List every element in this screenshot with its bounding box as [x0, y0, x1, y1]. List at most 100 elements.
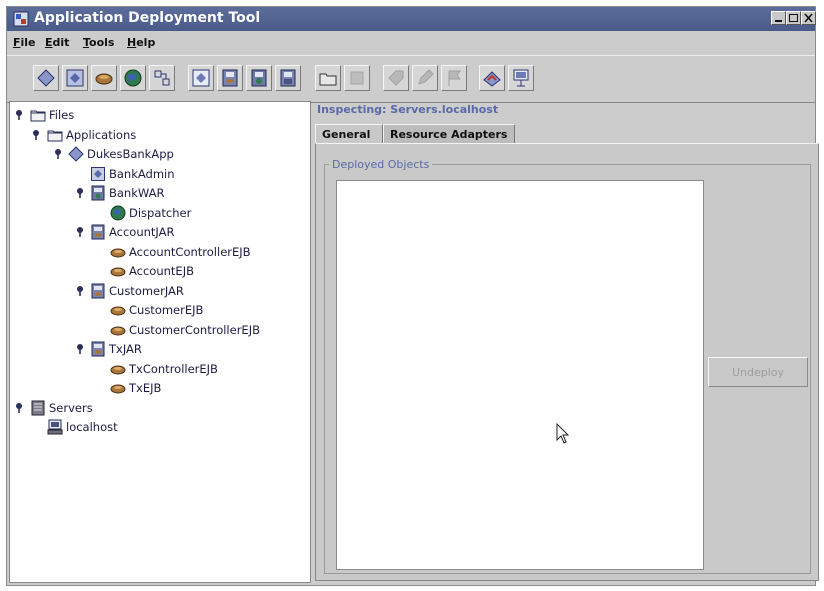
save-icon	[222, 69, 238, 87]
tree-node-servers[interactable]: Servers	[10, 399, 306, 417]
tree-node-label: BankWAR	[109, 186, 165, 200]
open-button[interactable]	[188, 65, 214, 91]
deploy-icon	[483, 71, 501, 87]
jar-icon	[90, 224, 106, 240]
mouse-cursor-icon	[556, 423, 570, 444]
tree-expand-handle-icon[interactable]	[75, 285, 85, 297]
deploy-button[interactable]	[479, 65, 505, 91]
tree-node-bankadmin[interactable]: BankAdmin	[10, 165, 306, 183]
tree-node-accountejb[interactable]: AccountEJB	[10, 262, 306, 280]
tree-node-label: Servers	[49, 400, 93, 415]
tree-expand-handle-icon[interactable]	[14, 402, 24, 414]
tree-node-label: Files	[49, 108, 75, 122]
tree-expand-handle-icon[interactable]	[53, 148, 63, 160]
tree-node-files[interactable]: Files	[10, 106, 306, 124]
menu-bar: File Edit Tools Help	[7, 33, 815, 55]
ejb-bean-icon	[110, 302, 126, 318]
new-connector-button[interactable]	[149, 65, 175, 91]
client-icon	[90, 166, 106, 182]
tree-node-label: AccountEJB	[129, 264, 194, 278]
disabled-edit-icon	[418, 69, 434, 85]
save-as-icon	[251, 69, 267, 87]
disabled-blank-button[interactable]	[344, 65, 370, 91]
applications-folder-icon	[47, 127, 63, 143]
tree-expand-handle-icon[interactable]	[31, 129, 41, 141]
new-web-component-button[interactable]	[120, 65, 146, 91]
deployed-objects-list[interactable]	[336, 180, 704, 570]
tree-node-dispatcher[interactable]: Dispatcher	[10, 204, 306, 222]
new-application-icon	[37, 69, 55, 87]
tree-node-bankwar[interactable]: BankWAR	[10, 184, 306, 202]
tree-node-dukesbankapp[interactable]: DukesBankApp	[10, 145, 306, 163]
ejb-bean-icon	[110, 361, 126, 377]
new-web-component-icon	[124, 69, 142, 87]
tree-node-txjar[interactable]: TxJAR	[10, 340, 306, 358]
tree-node-applications[interactable]: Applications	[10, 126, 306, 144]
disabled-flag-button[interactable]	[441, 65, 467, 91]
folder-button[interactable]	[315, 65, 341, 91]
ejb-bean-icon	[110, 244, 126, 260]
tree-node-customerjar[interactable]: CustomerJAR	[10, 282, 306, 300]
app-icon	[13, 11, 29, 27]
ejb-bean-icon	[110, 380, 126, 396]
menu-file-mnemonic: F	[13, 36, 21, 49]
menu-edit-label: dit	[52, 36, 70, 49]
maximize-button[interactable]	[786, 11, 801, 25]
open-icon	[192, 69, 210, 87]
undeploy-button[interactable]: Undeploy	[708, 357, 808, 387]
deployed-objects-label: Deployed Objects	[329, 158, 433, 171]
tree-node-txejb[interactable]: TxEJB	[10, 379, 306, 397]
tree-expand-handle-icon[interactable]	[75, 226, 85, 238]
tree-node-customercontrollerejb[interactable]: CustomerControllerEJB	[10, 321, 306, 339]
menu-file-label: ile	[20, 36, 36, 49]
server-config-button[interactable]	[508, 65, 534, 91]
new-app-client-button[interactable]	[62, 65, 88, 91]
new-ejb-icon	[95, 73, 113, 85]
tree-node-label: AccountControllerEJB	[129, 244, 251, 259]
war-icon	[90, 185, 106, 201]
close-button[interactable]	[801, 11, 816, 25]
save-as-button[interactable]	[246, 65, 272, 91]
tree-expand-handle-icon[interactable]	[75, 343, 85, 355]
web-component-icon	[110, 205, 126, 221]
tree-node-txcontrollerejb[interactable]: TxControllerEJB	[10, 360, 306, 378]
menu-file[interactable]: File	[13, 36, 36, 49]
menu-edit[interactable]: Edit	[45, 36, 69, 49]
disabled-edit-button[interactable]	[412, 65, 438, 91]
tab-general[interactable]: General	[315, 124, 383, 144]
new-ejb-button[interactable]	[91, 65, 117, 91]
servers-icon	[30, 400, 46, 416]
save-button[interactable]	[217, 65, 243, 91]
application-window: Application Deployment Tool File Edit To…	[6, 6, 819, 586]
tree-node-label: localhost	[66, 420, 118, 434]
menu-help[interactable]: Help	[127, 36, 155, 49]
tree-expand-handle-icon[interactable]	[75, 187, 85, 199]
new-app-client-icon	[66, 69, 84, 87]
title-bar[interactable]: Application Deployment Tool	[7, 7, 816, 31]
ejb-bean-icon	[110, 322, 126, 338]
tree-node-localhost[interactable]: localhost	[10, 418, 306, 436]
jar-icon	[90, 341, 106, 357]
menu-help-label: elp	[136, 36, 156, 49]
menu-help-mnemonic: H	[127, 36, 137, 49]
close-archive-button[interactable]	[275, 65, 301, 91]
tree-node-accountjar[interactable]: AccountJAR	[10, 223, 306, 241]
tree-node-label: TxEJB	[129, 381, 162, 395]
archive-tree[interactable]: Files Applications DukesBankApp BankAdmin Ba…	[9, 101, 311, 583]
new-application-button[interactable]	[33, 65, 59, 91]
tree-node-customerejb[interactable]: CustomerEJB	[10, 301, 306, 319]
tree-node-label: AccountJAR	[109, 225, 175, 239]
disabled-tag-button[interactable]	[383, 65, 409, 91]
menu-tools[interactable]: Tools	[83, 36, 114, 49]
menu-tools-label: ools	[89, 36, 115, 49]
tree-expand-handle-icon[interactable]	[14, 109, 24, 121]
minimize-button[interactable]	[771, 11, 786, 25]
disabled-tag-icon	[388, 70, 404, 86]
tree-node-accountcontrollerejb[interactable]: AccountControllerEJB	[10, 243, 306, 261]
server-config-icon	[513, 69, 529, 87]
folder-icon	[319, 73, 337, 86]
tree-node-label: CustomerEJB	[129, 303, 204, 317]
close-icon	[804, 13, 813, 23]
tab-resource-adapters[interactable]: Resource Adapters	[383, 124, 515, 144]
files-folder-icon	[30, 107, 46, 123]
